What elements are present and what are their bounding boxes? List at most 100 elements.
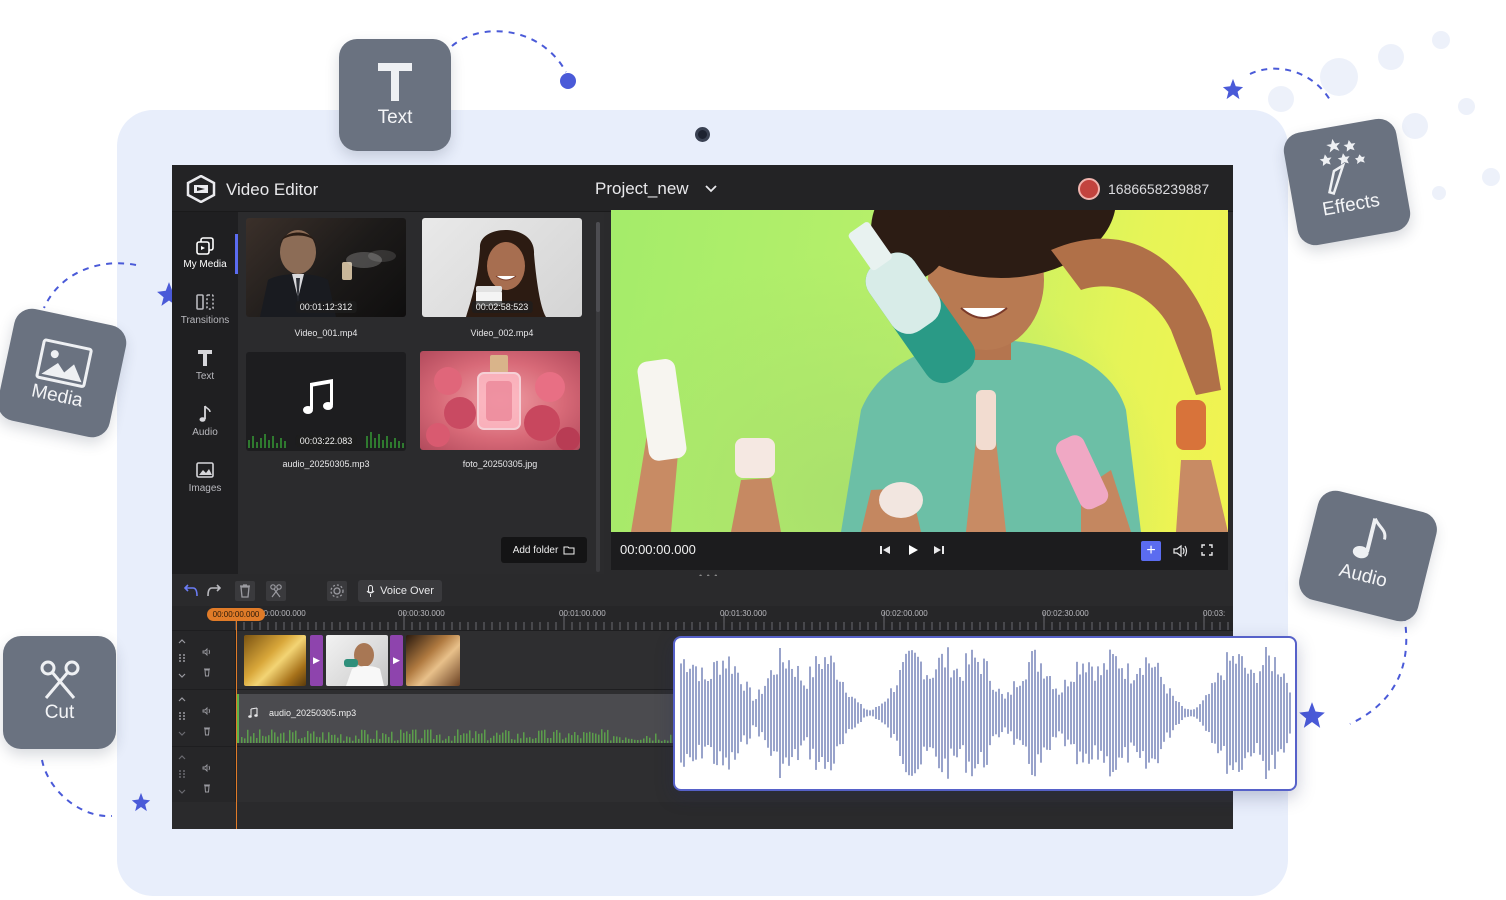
audio-clip[interactable]: audio_20250305.mp3 (236, 694, 676, 743)
waveform-bar (397, 740, 399, 743)
star-icon (131, 792, 151, 812)
step-forward-icon[interactable] (933, 544, 945, 556)
waveform-bar (595, 733, 597, 743)
waveform-bar (628, 738, 630, 743)
step-back-icon[interactable] (879, 544, 891, 556)
chevron-down-icon[interactable] (177, 787, 187, 797)
waveform-bar (256, 737, 258, 743)
star-icon (1299, 702, 1325, 728)
waveform-bar (514, 739, 516, 743)
volume-icon[interactable] (202, 706, 212, 716)
redo-icon[interactable] (207, 583, 221, 597)
waveform-bar (280, 733, 282, 743)
waveform-bar (331, 734, 333, 743)
waveform-bar (436, 735, 438, 743)
media-thumb-video-002[interactable]: 00:02:58:523 (422, 218, 582, 317)
waveform-bar (352, 740, 354, 743)
drag-handle-icon[interactable] (178, 769, 186, 779)
waveform-bar (304, 737, 306, 743)
top-bar: Video Editor Project_new 1686658239887 (172, 165, 1233, 212)
images-icon (196, 462, 214, 478)
sidebar-item-label: My Media (183, 259, 227, 270)
chevron-up-icon[interactable] (177, 636, 187, 646)
waveform-bar (499, 734, 501, 743)
trash-icon[interactable] (203, 783, 211, 793)
chevron-down-icon[interactable] (177, 671, 187, 681)
media-filename: Video_002.mp4 (470, 328, 534, 338)
undo-icon[interactable] (184, 583, 198, 597)
media-thumb-photo[interactable] (420, 351, 580, 450)
voice-over-button[interactable]: Voice Over (358, 580, 442, 602)
video-preview[interactable] (611, 210, 1228, 532)
feature-tile-label: Text (377, 107, 413, 128)
waveform-bar (607, 729, 609, 743)
waveform-bar (520, 738, 522, 743)
track-header (172, 690, 236, 746)
feature-tile-label: Cut (44, 702, 75, 723)
transition-marker[interactable]: ▶ (390, 635, 403, 686)
ruler-label: 00:00:30.000 (398, 609, 445, 618)
waveform-bar (316, 736, 318, 743)
folder-icon (563, 546, 575, 555)
waveform-bar (373, 738, 375, 743)
waveform-bar (598, 734, 600, 743)
fullscreen-icon[interactable] (1201, 544, 1213, 556)
media-scrollbar[interactable] (596, 222, 600, 572)
drag-handle-icon[interactable] (178, 653, 186, 663)
delete-button[interactable] (235, 581, 255, 601)
timeline-clip[interactable] (326, 635, 388, 686)
settings-button[interactable] (327, 581, 347, 601)
play-icon[interactable] (907, 544, 919, 556)
promo-stage: Text Media Cut Effects Audio Video Edito… (0, 0, 1506, 900)
volume-icon[interactable] (202, 647, 212, 657)
waveform-bar (577, 735, 579, 743)
waveform-bar (409, 733, 411, 743)
sidebar-item-images[interactable]: Images (172, 460, 238, 514)
drag-handle-icon[interactable] (178, 711, 186, 721)
microphone-icon (366, 585, 375, 597)
media-thumb-video-001[interactable]: 00:01:12:312 (246, 218, 406, 317)
sidebar-item-transitions[interactable]: Transitions (172, 292, 238, 346)
waveform-bar (445, 738, 447, 743)
chevron-up-icon[interactable] (177, 694, 187, 704)
waveform-bar (565, 737, 567, 743)
chevron-down-icon[interactable] (177, 729, 187, 739)
playhead[interactable] (236, 617, 237, 829)
waveform-bar (244, 738, 246, 743)
transition-marker[interactable]: ▶ (310, 635, 323, 686)
waveform-bar (547, 738, 549, 743)
trash-icon[interactable] (203, 667, 211, 677)
timeline-clip[interactable] (406, 635, 460, 686)
user-id[interactable]: 1686658239887 (1108, 181, 1209, 197)
waveform-bar (346, 736, 348, 743)
chevron-up-icon[interactable] (177, 752, 187, 762)
track-header (172, 631, 236, 689)
waveform-bar (241, 737, 243, 743)
waveform-bar (481, 733, 483, 743)
volume-icon[interactable] (202, 763, 212, 773)
sidebar-item-my-media[interactable]: My Media (172, 236, 238, 290)
waveform-bar (556, 729, 558, 743)
trash-icon[interactable] (203, 726, 211, 736)
ruler-label: 00:03: (1203, 609, 1226, 618)
add-folder-button[interactable]: Add folder (501, 537, 587, 563)
volume-icon[interactable] (1173, 544, 1189, 558)
split-button[interactable] (266, 581, 286, 601)
waveform-bar (568, 733, 570, 743)
voice-over-label: Voice Over (380, 585, 434, 597)
waveform-bar (457, 729, 459, 743)
sidebar-item-audio[interactable]: Audio (172, 404, 238, 458)
waveform-bar (538, 730, 540, 743)
project-name[interactable]: Project_new (595, 179, 689, 199)
add-to-timeline-button[interactable]: + (1141, 541, 1161, 561)
user-avatar[interactable] (1078, 178, 1100, 200)
timeline-clip[interactable] (244, 635, 306, 686)
timeline-ruler[interactable]: 00:00:00.000 00:00:30.000 00:01:00.000 0… (172, 606, 1233, 630)
media-thumb-audio[interactable]: 00:03:22.083 (246, 352, 406, 451)
waveform-bar (463, 733, 465, 743)
sidebar-item-text[interactable]: Text (172, 348, 238, 402)
audio-clip-waveform (241, 729, 675, 743)
scrollbar-thumb[interactable] (596, 222, 600, 312)
waveform-bar (286, 740, 288, 743)
chevron-down-icon[interactable] (705, 185, 717, 193)
